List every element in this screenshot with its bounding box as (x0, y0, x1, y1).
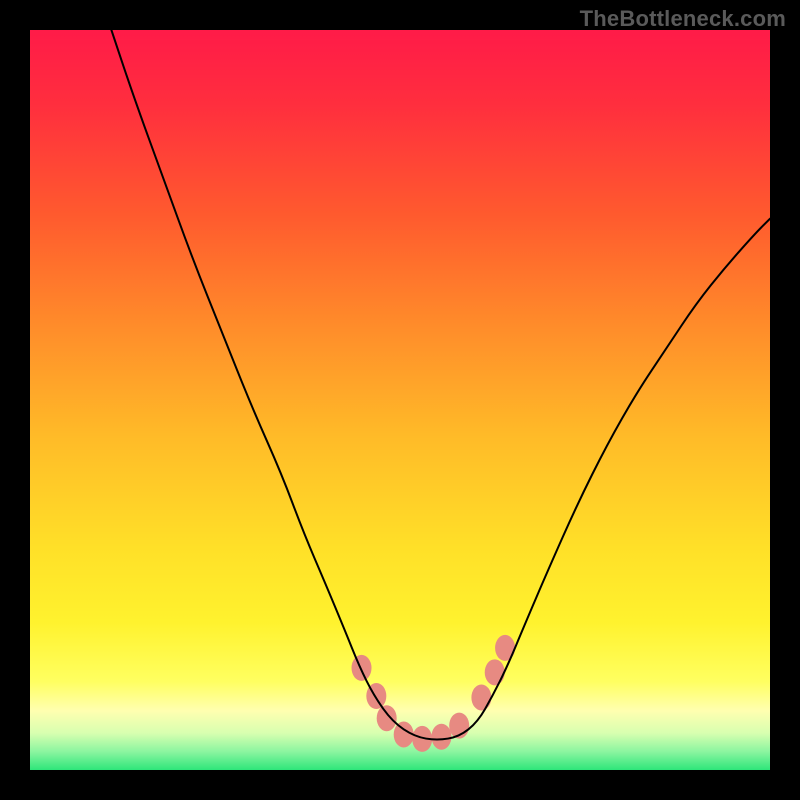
bottleneck-curve (111, 30, 770, 739)
watermark-text: TheBottleneck.com (580, 6, 786, 32)
highlight-dot (485, 659, 505, 685)
highlight-dot (377, 705, 397, 731)
marker-dots-group (352, 635, 516, 752)
chart-frame: TheBottleneck.com (0, 0, 800, 800)
curve-layer (30, 30, 770, 770)
plot-area (30, 30, 770, 770)
highlight-dot (471, 684, 491, 710)
highlight-dot (431, 724, 451, 750)
highlight-dot (352, 655, 372, 681)
